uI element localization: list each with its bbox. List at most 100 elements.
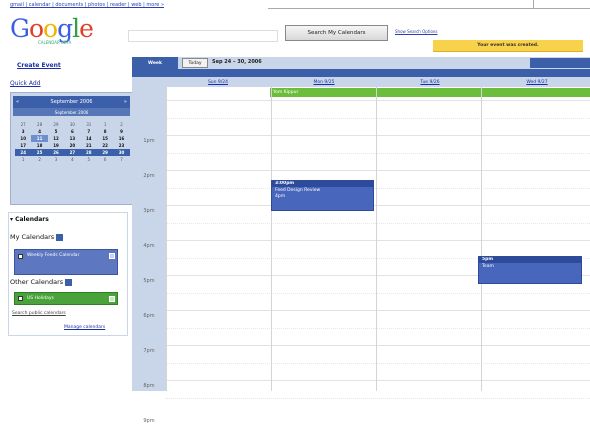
mini-calendar-day[interactable]: 1 — [97, 121, 113, 128]
prev-month-icon[interactable]: « — [16, 99, 19, 105]
day-header[interactable]: Wed 9/27 — [484, 77, 590, 87]
mini-calendar-day[interactable]: 4 — [31, 128, 47, 135]
search-public-calendars-link[interactable]: Search public calendars — [12, 311, 66, 316]
mini-calendar-day[interactable]: 28 — [31, 121, 47, 128]
top-nav-links[interactable]: gmail | calendar | documents | photos | … — [10, 2, 164, 8]
mini-calendar: « September 2006 » September 2006 27 28 29… — [10, 92, 133, 205]
my-calendars-text: My Calendars — [10, 233, 55, 241]
calendar-event[interactable]: 3:00pm Feed Design Review 4pm — [271, 180, 374, 211]
day-headers: Sun 9/24 Mon 9/25 Tue 9/26 Wed 9/27 — [166, 77, 590, 87]
event-title: Team — [482, 264, 494, 269]
mini-calendar-day[interactable]: 31 — [81, 121, 97, 128]
hour-line — [166, 135, 590, 136]
time-label: 7pm — [143, 348, 155, 354]
mini-calendar-day[interactable]: 4 — [64, 156, 80, 163]
other-calendar-entry[interactable]: US Holidays — [14, 292, 118, 305]
hour-line — [166, 310, 590, 311]
create-event-link[interactable]: Create Event — [17, 62, 61, 69]
calendar-event[interactable]: 5pm Team — [478, 256, 582, 284]
half-hour-line — [166, 117, 590, 119]
top-divider — [268, 8, 590, 9]
mini-calendar-day[interactable]: 14 — [81, 135, 97, 142]
mini-calendar-day[interactable]: 7 — [113, 156, 129, 163]
search-options-link[interactable]: Show Search Options — [395, 29, 438, 34]
manage-calendars-link[interactable]: Manage calendars — [64, 325, 105, 330]
mini-calendar-day[interactable]: 24 — [15, 149, 31, 156]
time-label: 6pm — [143, 313, 155, 319]
mini-calendar-day[interactable]: 8 — [97, 128, 113, 135]
quick-add-link[interactable]: Quick Add — [10, 80, 41, 87]
mini-calendar-day[interactable]: 5 — [81, 156, 97, 163]
mini-calendar-day[interactable]: 1 — [15, 156, 31, 163]
other-calendar-name: US Holidays — [27, 296, 54, 301]
time-label: 1pm — [143, 138, 155, 144]
mini-calendar-day[interactable]: 15 — [97, 135, 113, 142]
calendar-settings-icon[interactable] — [109, 253, 115, 259]
mini-calendar-week: 27 28 29 30 31 1 2 — [15, 121, 130, 128]
add-calendar-icon[interactable] — [56, 233, 64, 241]
mini-calendar-day[interactable]: 10 — [15, 135, 31, 142]
mini-calendar-week: 17 18 19 20 21 22 23 — [15, 142, 130, 149]
mini-calendar-day[interactable]: 17 — [15, 142, 31, 149]
time-grid[interactable] — [166, 100, 590, 391]
mini-calendar-day[interactable]: 11 — [31, 135, 48, 142]
mini-calendar-week: 24 25 26 27 28 29 30 — [15, 149, 130, 156]
mini-calendar-day[interactable]: 13 — [64, 135, 80, 142]
next-month-icon[interactable]: » — [124, 99, 127, 105]
mini-calendar-day[interactable]: 9 — [113, 128, 129, 135]
mini-calendar-day[interactable]: 18 — [31, 142, 47, 149]
search-calendars-button[interactable]: Search My Calendars — [285, 25, 388, 41]
mini-calendar-day[interactable]: 7 — [81, 128, 97, 135]
mini-calendar-day[interactable]: 27 — [64, 149, 80, 156]
mini-calendar-day[interactable]: 23 — [113, 142, 129, 149]
mini-calendar-day[interactable]: 3 — [48, 156, 64, 163]
logo-letter: G — [10, 14, 30, 43]
collapse-icon[interactable]: ▾ — [10, 216, 13, 223]
mini-calendar-grid: 27 28 29 30 31 1 2 3 4 5 6 7 8 9 10 11 12 13 14 15 16 17 18 19 2… — [15, 121, 130, 163]
my-calendar-name: Weekly Feeds Calendar — [27, 253, 80, 258]
mini-calendar-day[interactable]: 19 — [48, 142, 64, 149]
mini-calendar-day[interactable]: 5 — [48, 128, 64, 135]
mini-calendar-day[interactable]: 22 — [97, 142, 113, 149]
mini-calendar-day[interactable]: 29 — [97, 149, 113, 156]
mini-calendar-day[interactable]: 3 — [15, 128, 31, 135]
mini-calendar-day[interactable]: 29 — [48, 121, 64, 128]
half-hour-line — [166, 187, 590, 189]
today-button[interactable]: Today — [182, 58, 208, 68]
time-label: 4pm — [143, 243, 155, 249]
mini-calendar-day[interactable]: 6 — [64, 128, 80, 135]
hour-line — [166, 380, 590, 381]
calendar-checkbox[interactable] — [18, 296, 23, 301]
view-tabs-strip — [530, 58, 590, 68]
mini-calendar-day[interactable]: 25 — [31, 149, 47, 156]
mini-calendar-day[interactable]: 28 — [81, 149, 97, 156]
mini-calendar-day[interactable]: 27 — [15, 121, 31, 128]
mini-calendar-day[interactable]: 30 — [113, 149, 129, 156]
mini-calendar-day[interactable]: 2 — [31, 156, 47, 163]
calendar-settings-icon[interactable] — [109, 296, 115, 302]
day-header[interactable]: Tue 9/26 — [378, 77, 482, 87]
search-input[interactable] — [128, 30, 278, 42]
mini-calendar-week: 3456789 — [15, 128, 130, 135]
mini-calendar-day[interactable]: 26 — [48, 149, 64, 156]
half-hour-line — [166, 292, 590, 294]
day-header[interactable]: Sun 9/24 — [166, 77, 270, 87]
mini-calendar-week: 10 11 12 13 14 15 16 — [15, 135, 130, 142]
add-other-calendar-icon[interactable] — [65, 278, 73, 286]
mini-calendar-day[interactable]: 2 — [113, 121, 129, 128]
google-logo[interactable]: Google — [10, 14, 94, 43]
calendar-checkbox[interactable] — [18, 254, 23, 259]
mini-calendar-day[interactable]: 16 — [113, 135, 129, 142]
half-hour-line — [166, 327, 590, 329]
my-calendar-entry[interactable]: Weekly Feeds Calendar — [14, 249, 118, 275]
mini-calendar-day[interactable]: 30 — [64, 121, 80, 128]
mini-calendar-day[interactable]: 20 — [64, 142, 80, 149]
all-day-event[interactable]: Yom Kippur — [270, 88, 590, 97]
mini-calendar-day[interactable]: 12 — [48, 135, 64, 142]
week-view-tab[interactable]: Week — [132, 57, 178, 69]
mini-calendar-day[interactable]: 21 — [81, 142, 97, 149]
time-label: 9pm — [143, 418, 155, 424]
day-divider — [271, 87, 272, 391]
mini-calendar-day[interactable]: 6 — [97, 156, 113, 163]
day-header[interactable]: Mon 9/25 — [272, 77, 376, 87]
